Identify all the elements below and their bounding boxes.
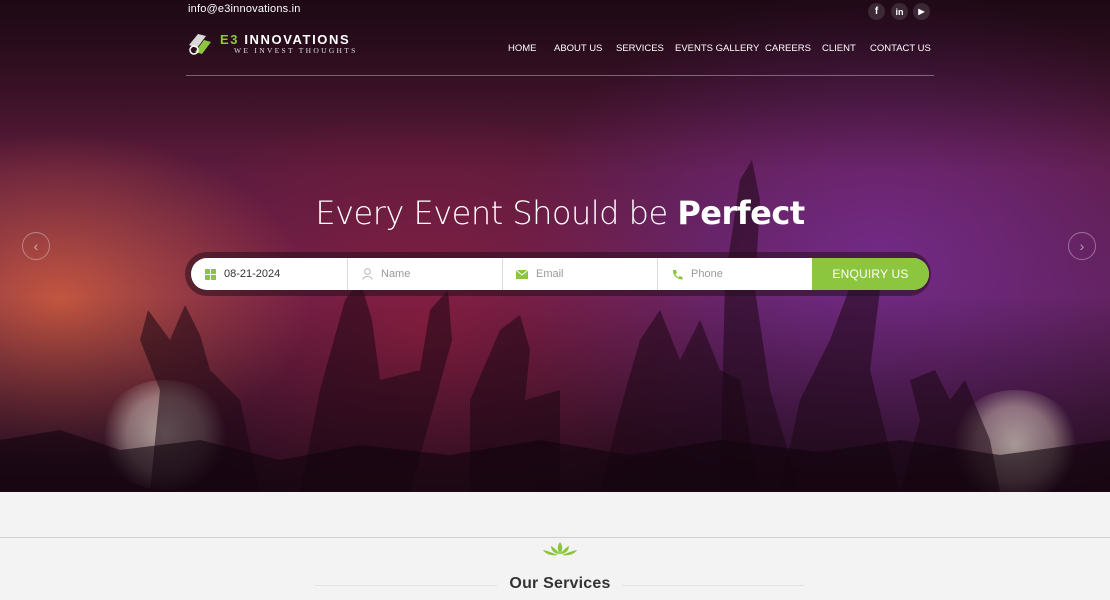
linkedin-glyph: in: [895, 6, 904, 17]
headline-light: Every Event Should be: [315, 194, 678, 232]
nav-events-gallery[interactable]: EVENTS GALLERY: [675, 43, 759, 54]
carousel-prev-arrow-icon[interactable]: ‹: [22, 232, 50, 260]
enquiry-submit-button[interactable]: ENQUIRY US: [812, 258, 929, 290]
linkedin-icon[interactable]: in: [891, 3, 908, 20]
brand-logo[interactable]: E3 INNOVATIONS WE INVEST THOUGHTS: [186, 30, 376, 60]
headline-bold: Perfect: [677, 194, 805, 232]
youtube-icon[interactable]: ▶: [913, 3, 930, 20]
logo-emblem-icon: [189, 34, 211, 55]
next-glyph: ›: [1079, 238, 1085, 254]
enquiry-form: 08-21-2024 Name Email Phone ENQUIRY US: [191, 258, 929, 290]
facebook-icon[interactable]: f: [868, 3, 885, 20]
section-divider: [0, 537, 1110, 538]
nav-services[interactable]: SERVICES: [616, 43, 664, 54]
phone-placeholder: Phone: [691, 268, 723, 280]
facebook-glyph: f: [874, 6, 879, 17]
name-field[interactable]: Name: [348, 258, 503, 290]
nav-client[interactable]: CLIENT: [822, 43, 856, 54]
nav-contact-us[interactable]: CONTACT US: [870, 43, 931, 54]
user-icon: [361, 268, 373, 280]
date-field[interactable]: 08-21-2024: [191, 258, 348, 290]
nav-home[interactable]: HOME: [508, 43, 537, 54]
phone-field[interactable]: Phone: [658, 258, 812, 290]
phone-icon: [671, 268, 683, 280]
logo-prefix: E3: [220, 32, 240, 47]
hero-headline: Every Event Should be Perfect: [0, 194, 1110, 232]
youtube-glyph: ▶: [918, 7, 925, 16]
hero-overlay: [0, 0, 1110, 492]
services-heading: Our Services: [509, 575, 611, 592]
header-divider: [186, 75, 934, 76]
lotus-ornament-icon: [543, 542, 577, 556]
contact-email[interactable]: info@e3innovations.in: [188, 3, 301, 15]
envelope-icon: [516, 268, 528, 280]
hero-banner: [0, 0, 1110, 492]
date-value: 08-21-2024: [224, 268, 281, 280]
logo-tagline: WE INVEST THOUGHTS: [234, 46, 358, 55]
prev-glyph: ‹: [33, 238, 39, 254]
name-placeholder: Name: [381, 268, 411, 280]
nav-about-us[interactable]: ABOUT US: [554, 43, 602, 54]
logo-wordmark: E3 INNOVATIONS: [220, 32, 350, 47]
email-field[interactable]: Email: [503, 258, 658, 290]
logo-name-text: INNOVATIONS: [239, 32, 351, 47]
carousel-next-arrow-icon[interactable]: ›: [1068, 232, 1096, 260]
calendar-icon: [204, 268, 216, 280]
email-placeholder: Email: [536, 268, 564, 280]
nav-careers[interactable]: CAREERS: [765, 43, 811, 54]
